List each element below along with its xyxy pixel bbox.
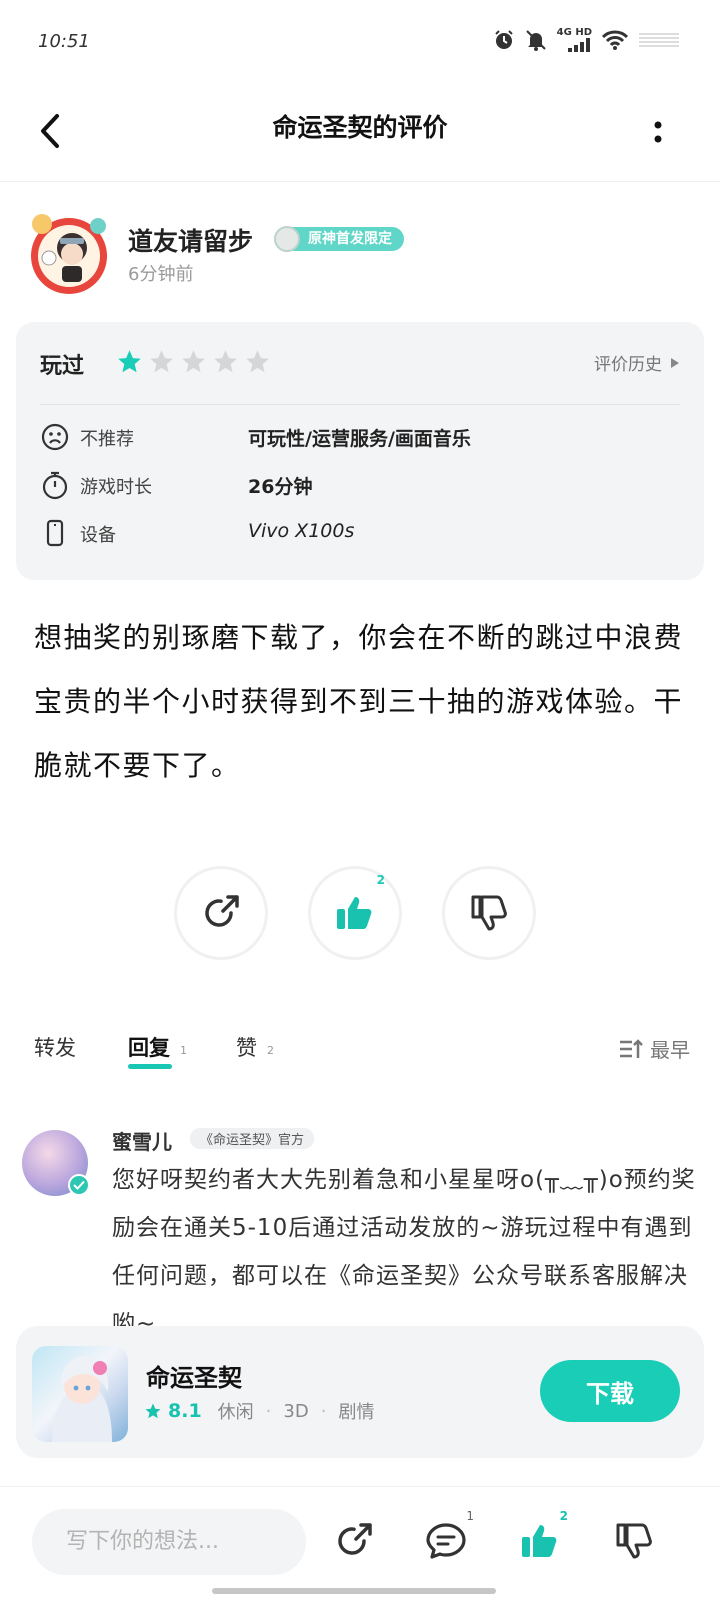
share-button[interactable] bbox=[174, 866, 268, 960]
dislike-button[interactable] bbox=[442, 866, 536, 960]
review-history-label: 评价历史 bbox=[594, 355, 662, 375]
alarm-icon bbox=[494, 30, 513, 49]
game-score: 8.1 bbox=[168, 1400, 202, 1422]
star-empty-icon bbox=[246, 350, 269, 373]
info-value: 26分钟 bbox=[248, 476, 313, 498]
bottom-bar: 写下你的想法... 1 2 bbox=[0, 1486, 720, 1600]
comment-input[interactable]: 写下你的想法... bbox=[32, 1509, 306, 1575]
author-row: 道友请留步 原神首发限定 6分钟前 bbox=[24, 208, 704, 298]
battery-icon bbox=[639, 33, 679, 47]
like-count: 2 bbox=[559, 1509, 568, 1523]
separator-dot: · bbox=[320, 1400, 327, 1422]
sad-face-icon bbox=[41, 423, 69, 451]
star-filled-icon bbox=[118, 350, 141, 373]
reply-count: 1 bbox=[466, 1509, 474, 1523]
game-icon bbox=[32, 1346, 128, 1442]
tab-likes[interactable]: 赞 2 bbox=[236, 1032, 274, 1062]
reply-official-badge: 《命运圣契》官方 bbox=[190, 1128, 315, 1149]
separator-dot: · bbox=[265, 1400, 272, 1422]
info-row-playtime: 游戏时长 26分钟 bbox=[40, 466, 680, 506]
download-button[interactable]: 下载 bbox=[540, 1360, 680, 1422]
thumbs-down-icon bbox=[616, 1523, 652, 1559]
game-name: 命运圣契 bbox=[146, 1364, 242, 1392]
tab-label: 转发 bbox=[34, 1036, 76, 1060]
info-label: 不推荐 bbox=[80, 429, 134, 450]
wifi-icon bbox=[602, 30, 628, 50]
bottom-comment-button[interactable]: 1 bbox=[418, 1509, 474, 1569]
stopwatch-icon bbox=[42, 471, 68, 500]
star-empty-icon bbox=[182, 350, 205, 373]
thumbs-down-icon bbox=[471, 895, 507, 931]
phone-icon bbox=[46, 519, 64, 547]
share-icon bbox=[338, 1523, 372, 1555]
comment-icon bbox=[426, 1523, 466, 1559]
signal-indicator: 4G HD bbox=[557, 28, 592, 52]
info-row-recommend: 不推荐 可玩性/运营服务/画面音乐 bbox=[40, 418, 680, 458]
info-label: 游戏时长 bbox=[80, 477, 152, 498]
post-time: 6分钟前 bbox=[128, 264, 194, 285]
status-bar: 10:51 4G HD bbox=[0, 0, 720, 84]
tab-label: 赞 bbox=[236, 1036, 257, 1060]
bottom-like-button[interactable]: 2 bbox=[512, 1509, 568, 1569]
status-time: 10:51 bbox=[38, 31, 90, 52]
tab-label: 回复 bbox=[128, 1036, 170, 1060]
author-name[interactable]: 道友请留步 bbox=[128, 222, 253, 258]
game-tag: 剧情 bbox=[338, 1402, 375, 1423]
share-icon bbox=[205, 895, 239, 927]
tab-forward[interactable]: 转发 bbox=[34, 1032, 76, 1062]
info-value: 可玩性/运营服务/画面音乐 bbox=[248, 428, 471, 450]
reply-text: 您好呀契约者大大先别着急和小星星呀o(╥﹏╥)o预约奖励会在通关5-10后通过活… bbox=[112, 1167, 696, 1326]
sort-button[interactable]: 最早 bbox=[618, 1034, 690, 1063]
star-icon bbox=[145, 1403, 161, 1419]
badge-avatar-icon bbox=[274, 226, 300, 252]
star-empty-icon bbox=[150, 350, 173, 373]
bottom-share-button[interactable] bbox=[326, 1513, 382, 1569]
author-avatar[interactable] bbox=[24, 208, 114, 298]
like-button[interactable]: 2 bbox=[308, 866, 402, 960]
info-row-device: 设备 Vivo X100s bbox=[40, 514, 680, 554]
play-arrow-icon bbox=[671, 357, 679, 368]
game-tag: 3D bbox=[283, 1400, 309, 1422]
badge-label: 原神首发限定 bbox=[292, 227, 404, 251]
status-icons: 4G HD bbox=[493, 28, 680, 52]
review-history-link[interactable]: 评价历史 bbox=[594, 350, 680, 375]
thumbs-up-icon bbox=[337, 897, 372, 929]
mute-icon bbox=[525, 30, 546, 51]
review-card: 玩过 评价历史 不推荐 可玩性/运营服务/画面音乐 游戏时长 26分钟 设备 V… bbox=[16, 322, 704, 580]
home-indicator bbox=[212, 1588, 496, 1594]
nav-bar: 命运圣契的评价 bbox=[0, 84, 720, 182]
thumbs-up-icon bbox=[522, 1525, 557, 1557]
network-label: 4G HD bbox=[556, 27, 592, 38]
star-rating bbox=[116, 348, 271, 375]
star-empty-icon bbox=[214, 350, 237, 373]
reply-author-name[interactable]: 蜜雪儿 bbox=[112, 1126, 172, 1155]
tab-reply[interactable]: 回复 1 bbox=[128, 1032, 187, 1069]
author-badge[interactable]: 原神首发限定 bbox=[274, 226, 404, 252]
tab-count: 1 bbox=[180, 1044, 187, 1057]
sort-label: 最早 bbox=[650, 1038, 690, 1062]
sort-icon bbox=[620, 1038, 643, 1058]
game-tag: 休闲 bbox=[217, 1402, 254, 1423]
comment-tabs: 转发 回复 1 赞 2 最早 bbox=[34, 1032, 690, 1082]
game-meta: 8.1 休闲 · 3D · 剧情 bbox=[144, 1398, 374, 1424]
card-divider bbox=[40, 404, 680, 405]
more-button[interactable] bbox=[646, 110, 670, 154]
tab-underline bbox=[128, 1064, 172, 1069]
signal-icon bbox=[568, 38, 590, 52]
info-value: Vivo X100s bbox=[248, 520, 355, 542]
page-title: 命运圣契的评价 bbox=[272, 113, 448, 142]
bottom-dislike-button[interactable] bbox=[606, 1513, 662, 1569]
info-label: 设备 bbox=[80, 525, 116, 546]
more-vertical-icon bbox=[654, 121, 662, 143]
played-label: 玩过 bbox=[40, 354, 85, 379]
review-text: 想抽奖的别琢磨下载了，你会在不断的跳过中浪费宝贵的半个小时获得到不到三十抽的游戏… bbox=[34, 621, 684, 782]
reply-item: 蜜雪儿 《命运圣契》官方 您好呀契约者大大先别着急和小星星呀o(╥﹏╥)o预约奖… bbox=[22, 1126, 702, 1326]
tab-count: 2 bbox=[267, 1044, 274, 1057]
game-card[interactable]: 命运圣契 8.1 休闲 · 3D · 剧情 下载 bbox=[16, 1326, 704, 1458]
verified-icon bbox=[68, 1174, 90, 1196]
like-count: 2 bbox=[376, 873, 385, 887]
